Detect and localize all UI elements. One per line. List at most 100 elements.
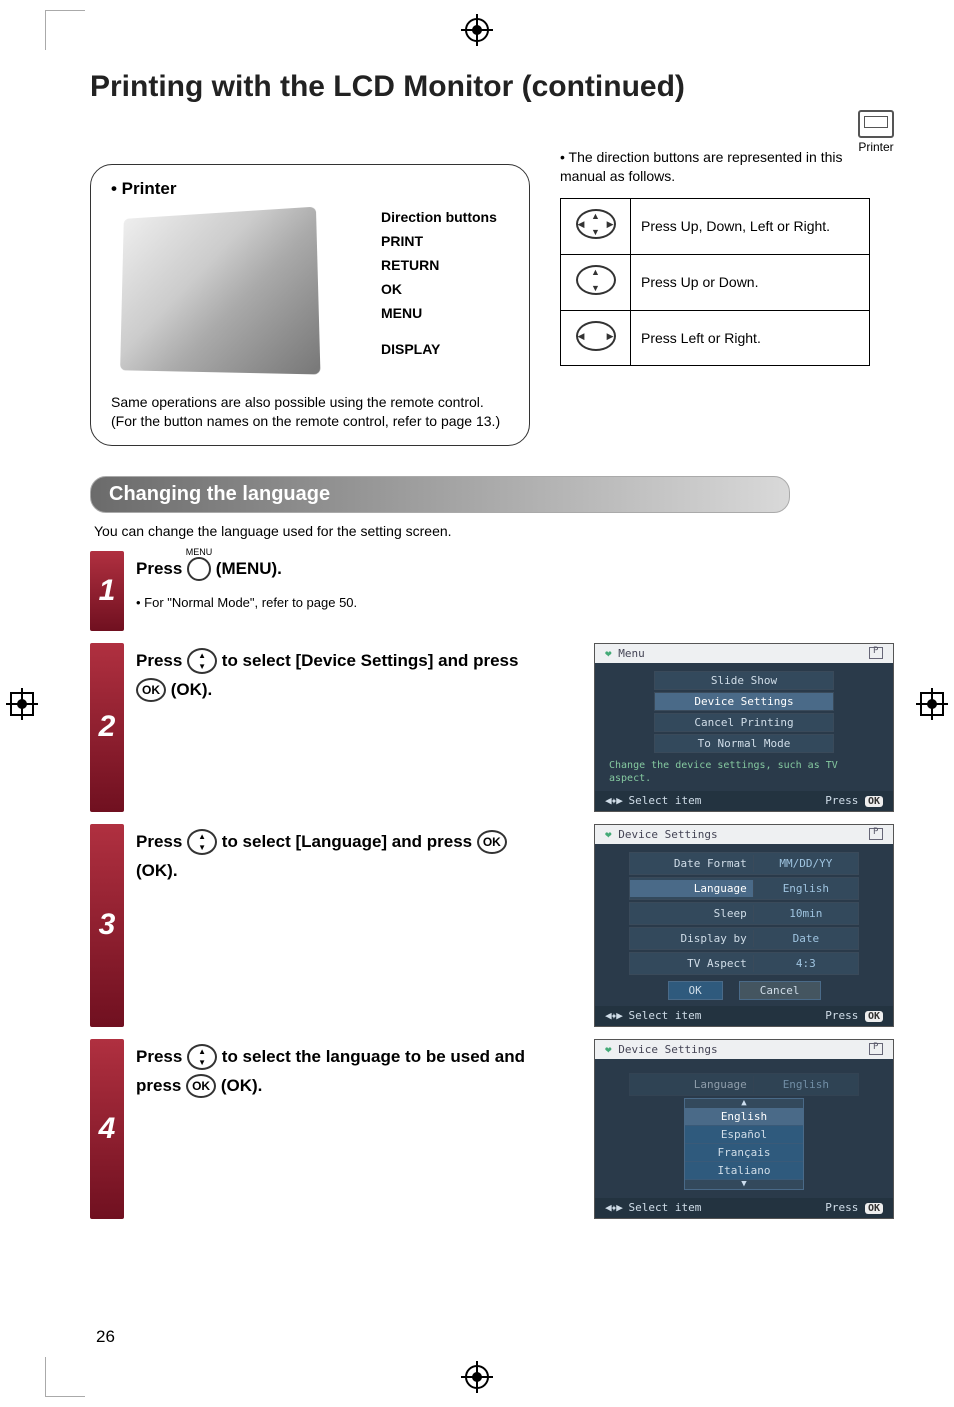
printer-photo	[120, 207, 320, 375]
crop-mark	[45, 1357, 85, 1397]
direction-note: The direction buttons are represented in…	[560, 148, 890, 366]
sd-icon: ❤	[605, 647, 612, 660]
nav-arrows-icon: ◀✦▶	[605, 1009, 622, 1022]
step-3: 3 Press ▲▼ to select [Language] and pres…	[90, 824, 894, 1027]
section-intro: You can change the language used for the…	[94, 523, 894, 539]
footer-right: Press	[825, 1009, 858, 1022]
language-option: Español	[685, 1126, 803, 1144]
footer-left: Select item	[629, 1201, 702, 1214]
ok-button-icon: OK	[477, 830, 507, 854]
direction-desc: Press Left or Right.	[631, 310, 870, 366]
row-val: Date	[754, 930, 858, 947]
footer-right: Press	[825, 794, 858, 807]
ok-button-icon: OK	[136, 678, 166, 702]
callout-print: PRINT	[381, 233, 423, 249]
lcd-help-text: Change the device settings, such as TV a…	[595, 755, 893, 787]
registration-mark	[920, 692, 944, 716]
printer-icon	[858, 110, 894, 138]
lcd-screenshot-language-dropdown: ❤ Device Settings Language English ▲ Eng…	[594, 1039, 894, 1219]
step3-text-c: (OK).	[136, 861, 178, 880]
updown-button-icon: ▲▼	[187, 1044, 217, 1070]
menu-item-selected: Device Settings	[654, 692, 834, 711]
step1-text-before: Press	[136, 559, 187, 578]
row-key: Date Format	[630, 855, 754, 872]
printer-box: • Printer Direction buttons PRINT RETURN…	[90, 164, 530, 446]
sd-icon: ❤	[605, 828, 612, 841]
footer-right: Press	[825, 1201, 858, 1214]
lcd-title: Device Settings	[618, 828, 717, 841]
step1-text-after: (MENU).	[216, 559, 282, 578]
ok-badge: OK	[865, 1203, 883, 1214]
step3-text-b: to select [Language] and press	[222, 832, 477, 851]
lcd-screenshot-menu: ❤ Menu Slide Show Device Settings Cancel…	[594, 643, 894, 812]
direction-icon-leftright: ◀▶	[561, 310, 631, 366]
updown-button-icon: ▲▼	[187, 829, 217, 855]
menu-button-icon	[187, 557, 211, 581]
footer-left: Select item	[629, 1009, 702, 1022]
callout-display: DISPLAY	[381, 341, 440, 357]
row-val: MM/DD/YY	[754, 855, 858, 872]
row-val: 4:3	[754, 955, 858, 972]
row-val: 10min	[754, 905, 858, 922]
direction-desc: Press Up, Down, Left or Right.	[631, 198, 870, 254]
step3-text-a: Press	[136, 832, 187, 851]
language-option: Français	[685, 1144, 803, 1162]
step-1: 1 Press (MENU). • For "Normal Mode", ref…	[90, 551, 894, 631]
callout-direction-buttons: Direction buttons	[381, 209, 497, 225]
lcd-screenshot-device-settings: ❤ Device Settings Date FormatMM/DD/YY La…	[594, 824, 894, 1027]
step-number: 4	[90, 1039, 124, 1219]
page-number: 26	[96, 1327, 115, 1347]
lcd-cancel-button: Cancel	[739, 981, 821, 1000]
registration-mark	[10, 692, 34, 716]
row-key: TV Aspect	[630, 955, 754, 972]
nav-arrows-icon: ◀✦▶	[605, 1201, 622, 1214]
step-number: 2	[90, 643, 124, 812]
lcd-title: Device Settings	[618, 1043, 717, 1056]
row-key: Display by	[630, 930, 754, 947]
menu-item: Cancel Printing	[654, 713, 834, 732]
step-number: 3	[90, 824, 124, 1027]
step-4: 4 Press ▲▼ to select the language to be …	[90, 1039, 894, 1219]
printer-box-heading: • Printer	[111, 179, 509, 199]
updown-button-icon: ▲▼	[187, 648, 217, 674]
row-val: English	[754, 880, 858, 897]
callout-ok: OK	[381, 281, 402, 297]
row-key-selected: Language	[630, 880, 754, 897]
direction-table: ▲▼◀▶ Press Up, Down, Left or Right. ▲▼ P…	[560, 198, 870, 367]
ok-badge: OK	[865, 1011, 883, 1022]
printer-box-note: Same operations are also possible using …	[111, 393, 509, 431]
direction-icon-updown: ▲▼	[561, 254, 631, 310]
direction-icon-updownleftright: ▲▼◀▶	[561, 198, 631, 254]
step4-text-a: Press	[136, 1047, 187, 1066]
print-icon	[869, 1043, 883, 1055]
step-number: 1	[90, 551, 124, 631]
step1-sub: • For "Normal Mode", refer to page 50.	[136, 592, 534, 614]
step-2: 2 Press ▲▼ to select [Device Settings] a…	[90, 643, 894, 812]
step4-text-c: (OK).	[221, 1076, 263, 1095]
direction-note-bullet: The direction buttons are represented in…	[560, 148, 890, 186]
crop-mark	[45, 10, 85, 50]
sd-icon: ❤	[605, 1043, 612, 1056]
callout-menu: MENU	[381, 305, 422, 321]
lcd-ok-button: OK	[668, 981, 723, 1000]
row-key: Language	[630, 1076, 754, 1093]
language-dropdown: ▲ English Español Français Italiano ▼	[684, 1098, 804, 1190]
lcd-title: Menu	[618, 647, 645, 660]
language-option-selected: English	[685, 1108, 803, 1126]
row-val: English	[754, 1076, 858, 1093]
step2-text-a: Press	[136, 651, 187, 670]
menu-item: To Normal Mode	[654, 734, 834, 753]
ok-button-icon: OK	[186, 1074, 216, 1098]
registration-mark	[465, 18, 489, 42]
section-heading: Changing the language	[90, 476, 790, 513]
row-key: Sleep	[630, 905, 754, 922]
print-icon	[869, 828, 883, 840]
callout-return: RETURN	[381, 257, 439, 273]
registration-mark	[465, 1365, 489, 1389]
footer-left: Select item	[629, 794, 702, 807]
step2-text-c: (OK).	[171, 680, 213, 699]
nav-arrows-icon: ◀✦▶	[605, 794, 622, 807]
direction-desc: Press Up or Down.	[631, 254, 870, 310]
menu-item: Slide Show	[654, 671, 834, 690]
scroll-down-icon: ▼	[685, 1180, 803, 1189]
